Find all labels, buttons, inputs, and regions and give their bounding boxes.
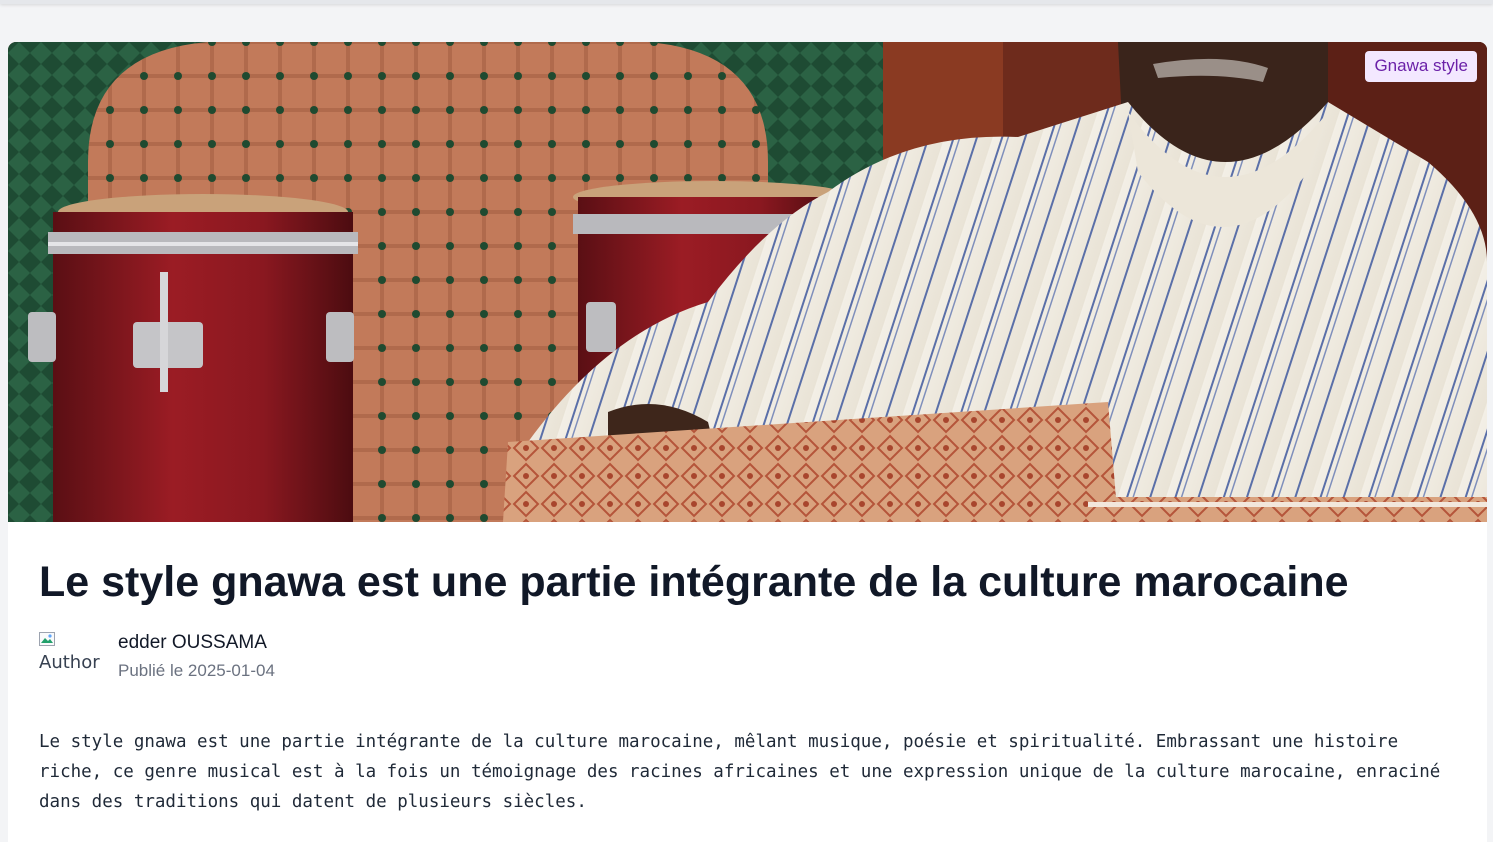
author-name[interactable]: edder OUSSAMA <box>118 630 275 656</box>
author-row: Author edder OUSSAMA Publié le 2025-01-0… <box>39 628 1456 688</box>
hero-photo <box>8 42 1487 522</box>
article-content: Le style gnawa est une partie intégrante… <box>8 522 1487 817</box>
avatar-alt-text: Author <box>39 652 100 673</box>
author-meta: edder OUSSAMA Publié le 2025-01-04 <box>118 630 275 684</box>
category-badge[interactable]: Gnawa style <box>1365 51 1477 82</box>
browser-top-bar <box>0 0 1493 4</box>
broken-image-icon <box>39 632 55 646</box>
author-avatar: Author <box>39 632 103 680</box>
hero-image: Gnawa style <box>8 42 1487 522</box>
article-card: Gnawa style Le style gnawa est une parti… <box>8 42 1487 842</box>
article-body: Le style gnawa est une partie intégrante… <box>39 732 1441 812</box>
publish-date: Publié le 2025-01-04 <box>118 661 275 680</box>
article-title: Le style gnawa est une partie intégrante… <box>39 558 1349 606</box>
